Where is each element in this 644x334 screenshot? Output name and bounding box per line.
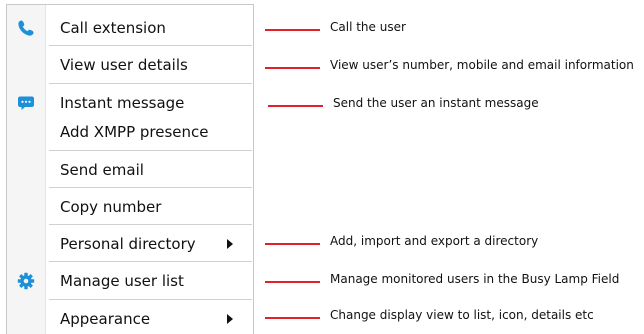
annotation-line: [265, 67, 320, 69]
menu-item-call-extension[interactable]: Call extension: [7, 13, 253, 43]
annotation-manage-user-list: Manage monitored users in the Busy Lamp …: [330, 272, 620, 286]
submenu-arrow-icon: [227, 239, 233, 249]
menu-item-label: Instant message: [60, 94, 185, 112]
menu-separator: [49, 261, 252, 262]
menu-item-label: Add XMPP presence: [60, 123, 209, 141]
menu-separator: [49, 83, 252, 84]
annotation-line: [265, 317, 320, 319]
annotation-line: [265, 243, 320, 245]
context-menu: Call extension View user details Instant…: [6, 4, 254, 334]
menu-item-view-user-details[interactable]: View user details: [7, 50, 253, 80]
annotation-line: [268, 105, 323, 107]
menu-item-label: Call extension: [60, 19, 166, 37]
menu-separator: [49, 45, 252, 46]
menu-item-personal-directory[interactable]: Personal directory: [7, 229, 253, 259]
menu-item-manage-user-list[interactable]: Manage user list: [7, 266, 253, 296]
annotation-line: [265, 281, 320, 283]
menu-item-appearance[interactable]: Appearance: [7, 304, 253, 334]
menu-item-label: Manage user list: [60, 272, 184, 290]
menu-item-label: Appearance: [60, 310, 151, 328]
menu-separator: [49, 187, 252, 188]
menu-item-copy-number[interactable]: Copy number: [7, 192, 253, 222]
menu-separator: [49, 299, 252, 300]
menu-item-label: View user details: [60, 56, 188, 74]
annotation-appearance: Change display view to list, icon, detai…: [330, 308, 594, 322]
menu-separator: [49, 224, 252, 225]
menu-separator: [49, 150, 252, 151]
menu-item-label: Personal directory: [60, 235, 196, 253]
menu-item-send-email[interactable]: Send email: [7, 155, 253, 185]
menu-item-label: Send email: [60, 161, 144, 179]
gear-icon: [17, 272, 35, 290]
annotation-call-the-user: Call the user: [330, 20, 406, 34]
chat-bubble-icon: [17, 94, 35, 112]
annotation-view-user-details: View user’s number, mobile and email inf…: [330, 58, 634, 72]
phone-icon: [17, 19, 35, 37]
annotation-personal-directory: Add, import and export a directory: [330, 234, 539, 248]
menu-item-label: Copy number: [60, 198, 162, 216]
submenu-arrow-icon: [227, 314, 233, 324]
menu-item-add-xmpp-presence[interactable]: Add XMPP presence: [7, 117, 253, 147]
menu-item-instant-message[interactable]: Instant message: [7, 88, 253, 118]
annotation-line: [265, 29, 320, 31]
annotation-instant-message: Send the user an instant message: [333, 96, 539, 110]
